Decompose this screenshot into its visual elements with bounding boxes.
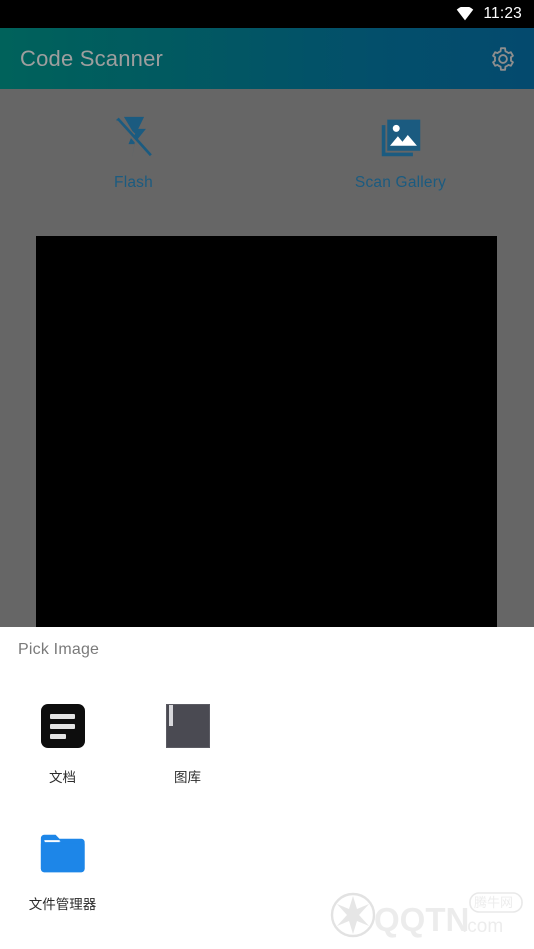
app-chooser-spacer-2 (375, 685, 500, 794)
camera-screen: Flash Scan Gallery (0, 89, 534, 627)
gallery-app-icon (163, 701, 213, 751)
phone-screen: 11:23 Code Scanner Flash Scan Gallery Pi… (0, 0, 534, 949)
status-bar: 11:23 (0, 0, 534, 28)
app-chooser-item-gallery[interactable]: 图库 (125, 685, 250, 794)
wifi-icon (457, 7, 474, 21)
scan-gallery-button[interactable]: Scan Gallery (267, 111, 534, 216)
app-chooser-label: 文件管理器 (28, 897, 97, 912)
bottom-sheet-title: Pick Image (18, 641, 100, 658)
camera-actions-bar: Flash Scan Gallery (0, 111, 534, 216)
settings-button[interactable] (488, 44, 518, 74)
gear-icon (492, 46, 514, 71)
app-chooser-spacer-1 (250, 685, 375, 794)
pick-image-bottom-sheet: Pick Image 文档 图库 文件管理器 QQTN .com 腾牛网 (0, 627, 534, 949)
app-chooser-label: 图库 (174, 770, 201, 785)
status-clock: 11:23 (483, 5, 522, 23)
file-manager-app-icon (38, 828, 88, 878)
app-bar: Code Scanner (0, 28, 534, 89)
flash-label: Flash (114, 174, 153, 191)
flash-off-icon (112, 111, 156, 163)
documents-app-icon (38, 701, 88, 751)
app-chooser-item-documents[interactable]: 文档 (0, 685, 125, 794)
scan-gallery-label: Scan Gallery (354, 174, 447, 191)
camera-preview[interactable] (36, 236, 497, 627)
app-chooser-item-file-manager[interactable]: 文件管理器 (0, 794, 125, 921)
app-chooser-grid: 文档 图库 文件管理器 (0, 685, 534, 921)
app-chooser-label: 文档 (49, 770, 76, 785)
page-title: Code Scanner (20, 45, 164, 71)
flash-button[interactable]: Flash (0, 111, 267, 216)
photo-library-icon (379, 111, 423, 163)
